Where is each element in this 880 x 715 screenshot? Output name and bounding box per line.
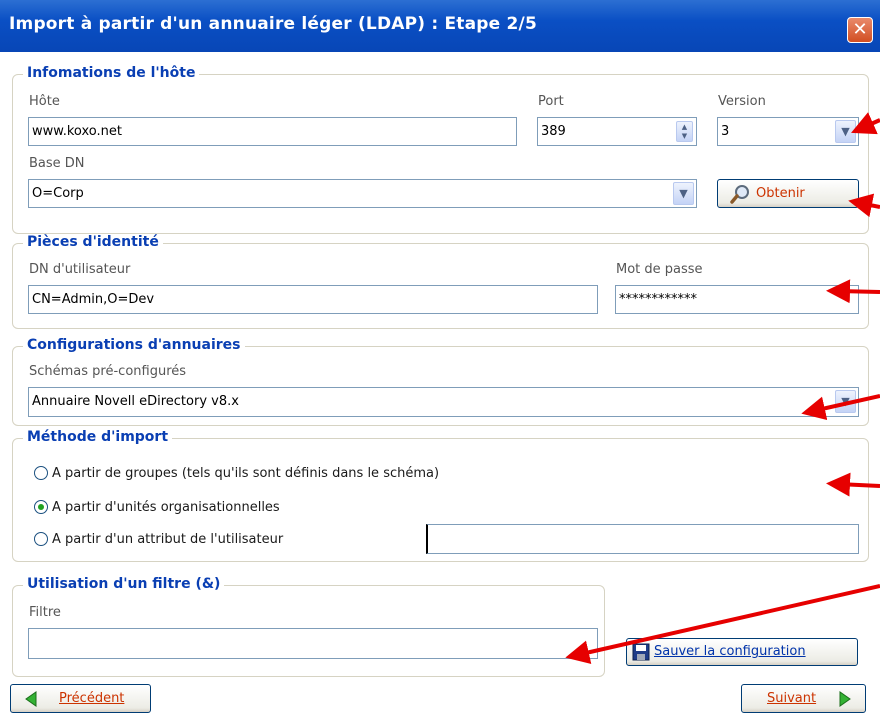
obtain-button[interactable]: Obtenir: [717, 179, 859, 208]
radio-option-groups[interactable]: A partir de groupes (tels qu'ils sont dé…: [34, 463, 439, 483]
window-title: Import à partir d'un annuaire léger (LDA…: [9, 14, 537, 34]
basedn-value: O=Corp: [32, 186, 84, 201]
close-button[interactable]: ✕: [847, 17, 873, 43]
filter-label: Filtre: [29, 605, 61, 620]
previous-button[interactable]: Précédent: [10, 684, 151, 713]
dialog-body: Infomations de l'hôte Hôte www.koxo.net …: [4, 52, 876, 715]
radio-button[interactable]: [34, 532, 48, 546]
spin-arrows-icon[interactable]: ▲ ▼: [676, 121, 693, 142]
close-icon: ✕: [852, 19, 868, 40]
host-info-legend: Infomations de l'hôte: [23, 65, 200, 81]
version-value: 3: [721, 124, 730, 139]
search-icon: [730, 185, 749, 204]
filter-legend: Utilisation d'un filtre (&): [23, 576, 225, 592]
version-label: Version: [718, 94, 766, 109]
version-select[interactable]: 3 ▼: [717, 117, 859, 146]
user-dn-input[interactable]: CN=Admin,O=Dev: [28, 285, 598, 314]
port-label: Port: [538, 94, 564, 109]
port-value: 389: [541, 124, 566, 139]
port-stepper[interactable]: 389 ▲ ▼: [537, 117, 697, 146]
password-label: Mot de passe: [616, 262, 703, 277]
filter-input[interactable]: [28, 628, 598, 659]
save-config-button[interactable]: Sauver la configuration: [626, 638, 858, 666]
schema-select[interactable]: Annuaire Novell eDirectory v8.x ▼: [28, 387, 859, 417]
radio-label: A partir d'un attribut de l'utilisateur: [52, 531, 284, 547]
radio-button-selected[interactable]: [34, 500, 48, 514]
credentials-legend: Pièces d'identité: [23, 234, 163, 250]
floppy-disk-icon: [632, 643, 650, 661]
host-input[interactable]: www.koxo.net: [28, 117, 517, 146]
title-bar: Import à partir d'un annuaire léger (LDA…: [0, 0, 880, 52]
radio-label: A partir de groupes (tels qu'ils sont dé…: [52, 465, 440, 481]
radio-option-user-attribute[interactable]: A partir d'un attribut de l'utilisateur: [34, 529, 283, 549]
obtain-button-label: Obtenir: [756, 186, 805, 201]
chevron-down-icon[interactable]: ▼: [835, 390, 856, 413]
radio-button[interactable]: [34, 466, 48, 480]
next-label: Suivant: [767, 691, 817, 706]
directory-config-legend: Configurations d'annuaires: [23, 337, 245, 353]
chevron-down-icon[interactable]: ▼: [673, 182, 694, 205]
schemas-label: Schémas pré-configurés: [29, 364, 187, 379]
chevron-down-icon[interactable]: ▼: [835, 120, 856, 143]
radio-label: A partir d'unités organisationnelles: [52, 499, 280, 515]
next-button[interactable]: Suivant: [741, 684, 866, 713]
schema-value: Annuaire Novell eDirectory v8.x: [32, 394, 239, 409]
user-dn-label: DN d'utilisateur: [29, 262, 131, 277]
basedn-label: Base DN: [29, 156, 85, 171]
arrow-left-icon: [25, 691, 37, 707]
radio-option-org-units[interactable]: A partir d'unités organisationnelles: [34, 497, 280, 517]
import-method-legend: Méthode d'import: [23, 429, 173, 445]
arrow-right-icon: [839, 691, 851, 707]
save-config-label: Sauver la configuration: [654, 644, 806, 659]
attribute-input[interactable]: [426, 524, 859, 554]
host-label: Hôte: [29, 94, 60, 109]
password-input[interactable]: ************: [615, 285, 859, 314]
basedn-select[interactable]: O=Corp ▼: [28, 179, 697, 208]
previous-label: Précédent: [59, 691, 125, 706]
